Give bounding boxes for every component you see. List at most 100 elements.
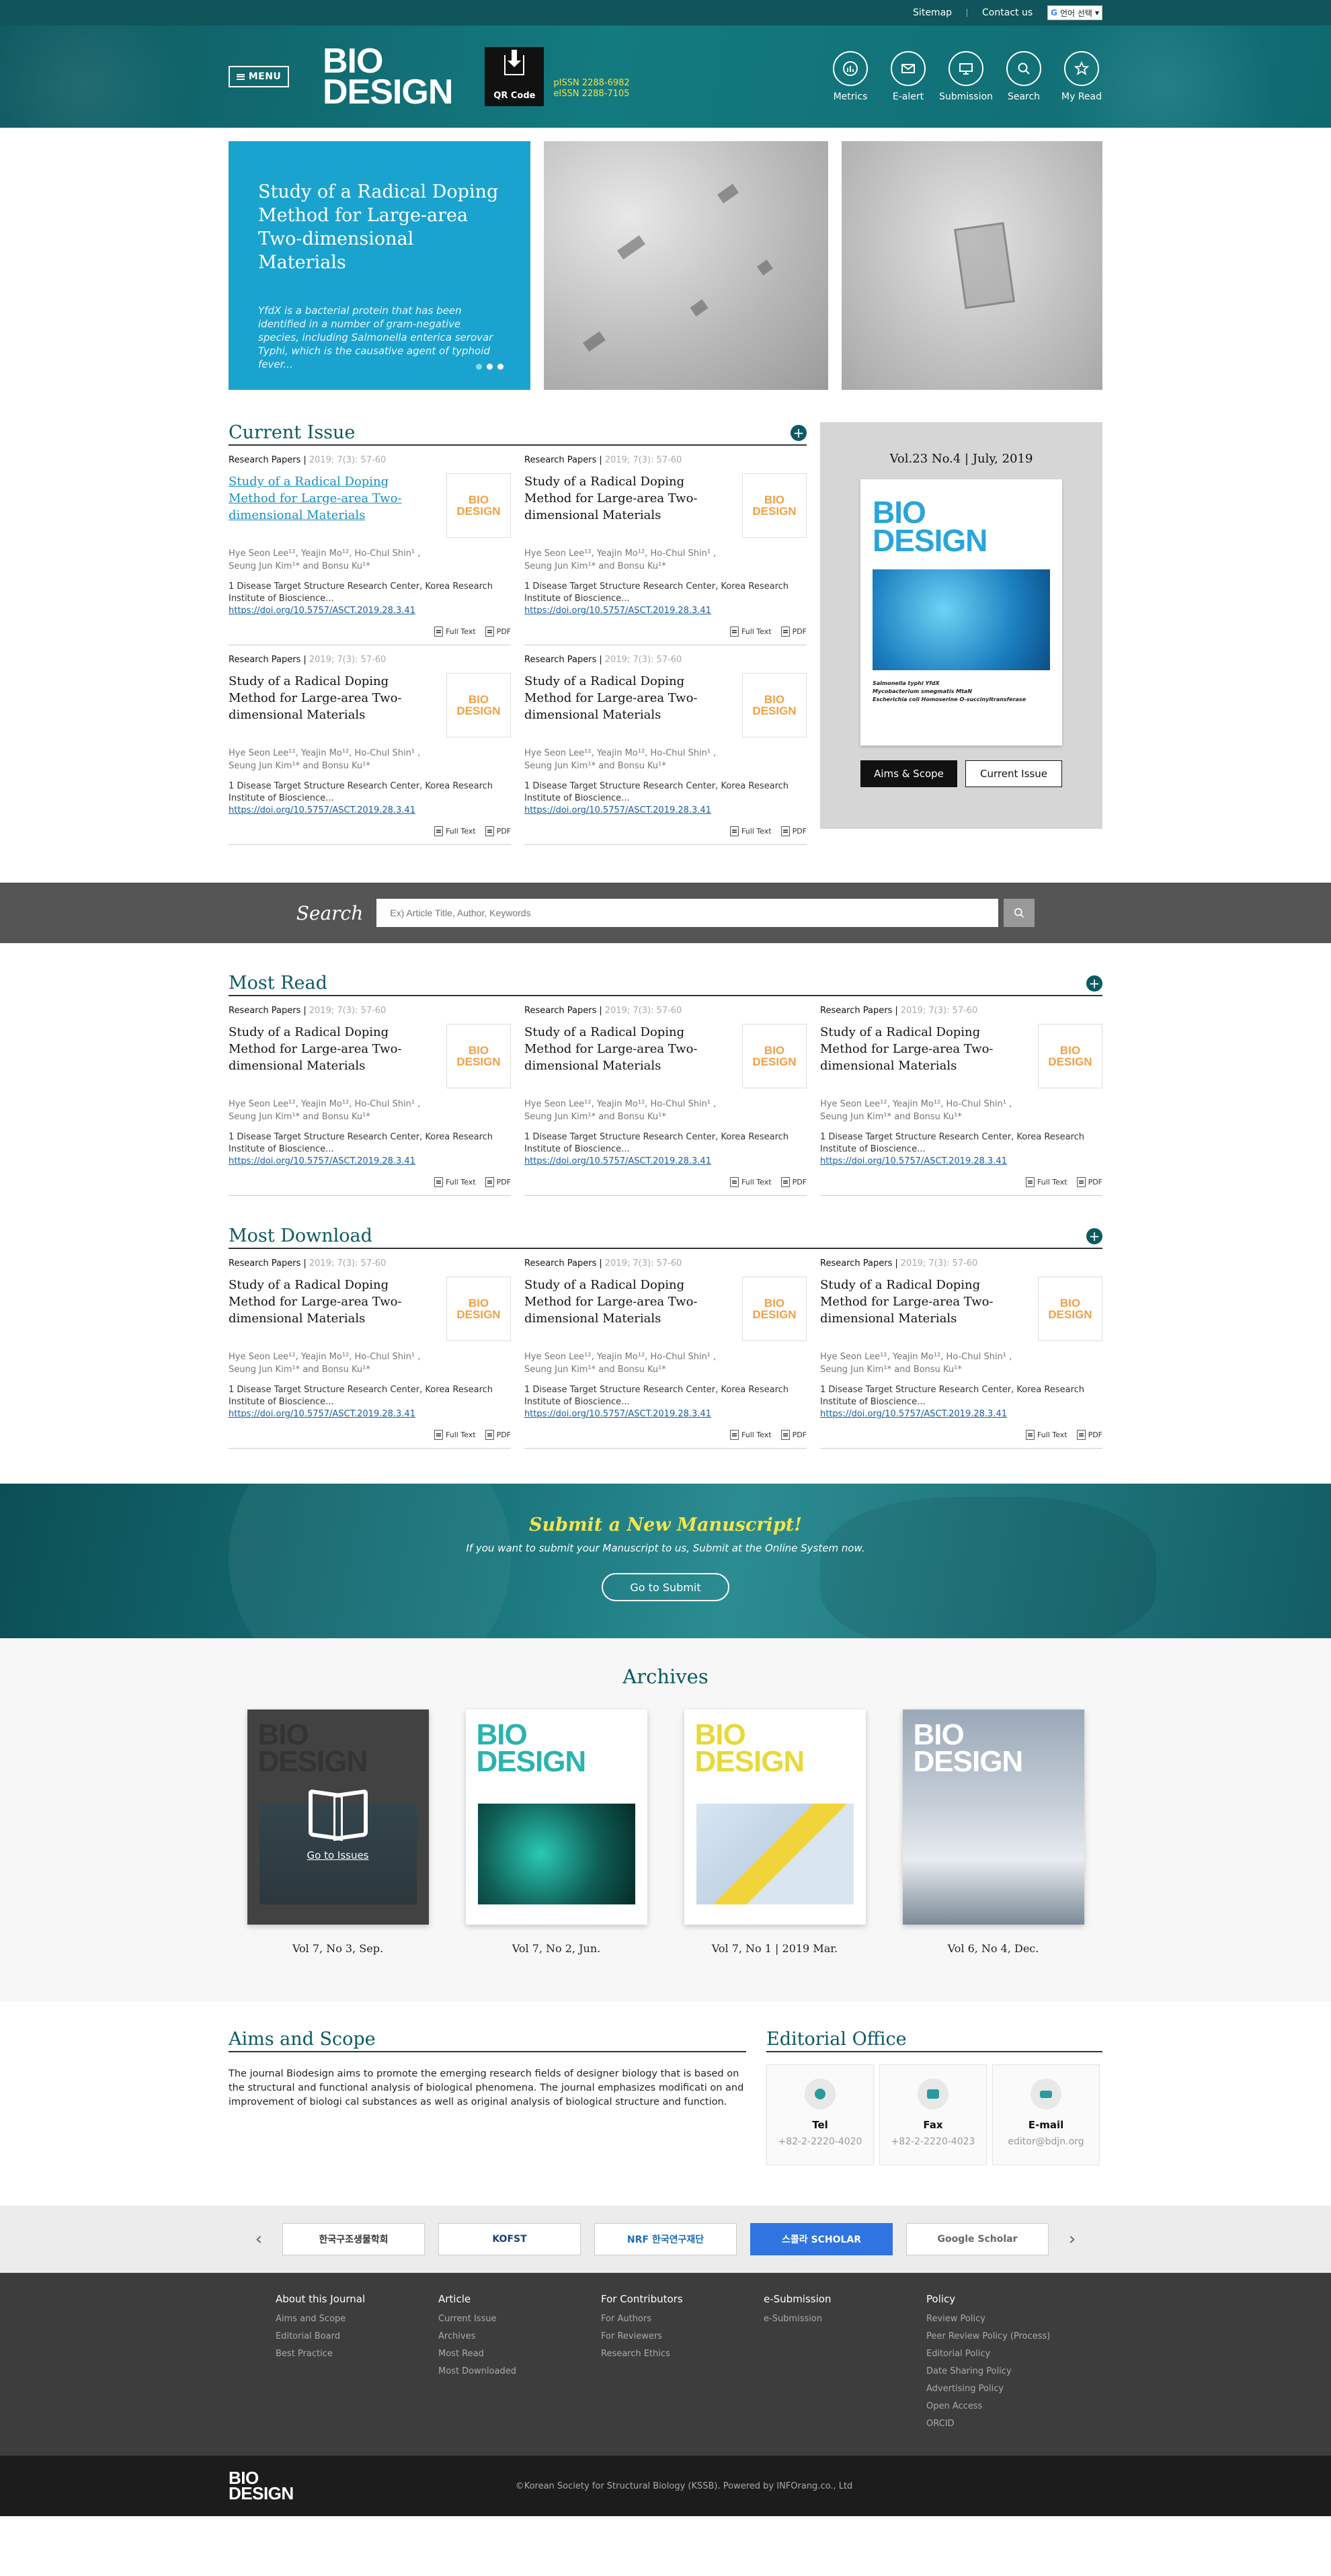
- footer-link[interactable]: Date Sharing Policy: [926, 2363, 1089, 2380]
- footer-link[interactable]: Aims and Scope: [276, 2310, 438, 2328]
- article-doi-link[interactable]: https://doi.org/10.5757/ASCT.2019.28.3.4…: [524, 1409, 711, 1419]
- pdf-button[interactable]: PDF: [1076, 1430, 1102, 1440]
- archive-item[interactable]: BIO DESIGN Vol 7, No 2, Jun.: [465, 1709, 647, 1955]
- article-thumbnail[interactable]: BIO DESIGN: [1038, 1024, 1102, 1088]
- go-to-submit-button[interactable]: Go to Submit: [602, 1573, 729, 1601]
- more-plus-icon[interactable]: +: [1086, 1227, 1102, 1244]
- partner-logo[interactable]: 한국구조생물학회: [282, 2223, 425, 2255]
- pdf-button[interactable]: PDF: [780, 826, 807, 836]
- article-title[interactable]: Study of a Radical Doping Method for Lar…: [229, 1024, 424, 1088]
- footer-link[interactable]: Best Practice: [276, 2345, 438, 2363]
- current-issue-button[interactable]: Current Issue: [965, 760, 1062, 787]
- pdf-button[interactable]: PDF: [780, 1177, 807, 1187]
- metrics-button[interactable]: Metrics: [830, 51, 871, 102]
- footer-link[interactable]: Editorial Policy: [926, 2345, 1089, 2363]
- archive-item[interactable]: BIO DESIGN Vol 6, No 4, Dec.: [902, 1709, 1084, 1955]
- full-text-button[interactable]: Full Text: [434, 1177, 476, 1187]
- article-doi-link[interactable]: https://doi.org/10.5757/ASCT.2019.28.3.4…: [229, 606, 415, 616]
- article-title[interactable]: Study of a Radical Doping Method for Lar…: [820, 1277, 1015, 1341]
- full-text-button[interactable]: Full Text: [434, 627, 476, 637]
- pdf-button[interactable]: PDF: [485, 627, 511, 637]
- full-text-button[interactable]: Full Text: [730, 826, 772, 836]
- e-alert-button[interactable]: E-alert: [887, 51, 929, 102]
- full-text-button[interactable]: Full Text: [434, 826, 476, 836]
- hero-slide-text[interactable]: Study of a Radical Doping Method for Lar…: [229, 141, 530, 390]
- article-doi-link[interactable]: https://doi.org/10.5757/ASCT.2019.28.3.4…: [820, 1156, 1007, 1166]
- slider-dot[interactable]: [486, 364, 493, 370]
- footer-link[interactable]: Advertising Policy: [926, 2380, 1089, 2398]
- footer-link[interactable]: For Reviewers: [601, 2328, 764, 2345]
- article-thumbnail[interactable]: BIO DESIGN: [446, 673, 511, 737]
- full-text-button[interactable]: Full Text: [434, 1430, 476, 1440]
- article-doi-link[interactable]: https://doi.org/10.5757/ASCT.2019.28.3.4…: [820, 1409, 1007, 1419]
- article-thumbnail[interactable]: BIO DESIGN: [742, 1277, 807, 1341]
- article-thumbnail[interactable]: BIO DESIGN: [742, 1024, 807, 1088]
- article-doi-link[interactable]: https://doi.org/10.5757/ASCT.2019.28.3.4…: [229, 1409, 415, 1419]
- pdf-button[interactable]: PDF: [1076, 1177, 1102, 1187]
- chevron-right-icon[interactable]: ›: [1062, 2229, 1082, 2249]
- article-doi-link[interactable]: https://doi.org/10.5757/ASCT.2019.28.3.4…: [524, 805, 711, 815]
- my-read-button[interactable]: My Read: [1061, 51, 1102, 102]
- article-title[interactable]: Study of a Radical Doping Method for Lar…: [229, 1277, 424, 1341]
- partner-logo[interactable]: KOFST: [438, 2223, 581, 2255]
- article-doi-link[interactable]: https://doi.org/10.5757/ASCT.2019.28.3.4…: [524, 1156, 711, 1166]
- menu-button[interactable]: MENU: [229, 66, 289, 87]
- pdf-button[interactable]: PDF: [780, 627, 807, 637]
- language-select[interactable]: G 언어 선택 ▾: [1047, 5, 1102, 20]
- slider-dot[interactable]: [475, 364, 482, 370]
- aims-scope-button[interactable]: Aims & Scope: [860, 760, 957, 787]
- footer-link[interactable]: Review Policy: [926, 2310, 1089, 2328]
- search-button[interactable]: Search: [1003, 51, 1045, 102]
- archive-item[interactable]: BIODESIGN Go to Issues Vol 7, No 3, Sep.: [247, 1709, 429, 1955]
- article-title[interactable]: Study of a Radical Doping Method for Lar…: [524, 1024, 719, 1088]
- full-text-button[interactable]: Full Text: [730, 1430, 772, 1440]
- partner-logo[interactable]: Google Scholar: [906, 2223, 1049, 2255]
- article-title[interactable]: Study of a Radical Doping Method for Lar…: [229, 673, 424, 737]
- more-plus-icon[interactable]: +: [1086, 975, 1102, 992]
- pdf-button[interactable]: PDF: [485, 826, 511, 836]
- article-thumbnail[interactable]: BIO DESIGN: [1038, 1277, 1102, 1341]
- article-doi-link[interactable]: https://doi.org/10.5757/ASCT.2019.28.3.4…: [524, 606, 711, 616]
- contact-value[interactable]: editor@bdjn.org: [993, 2136, 1099, 2147]
- chevron-left-icon[interactable]: ‹: [249, 2229, 269, 2249]
- footer-link[interactable]: Most Read: [438, 2345, 601, 2363]
- footer-link[interactable]: ORCID: [926, 2415, 1089, 2433]
- go-to-issues-overlay[interactable]: Go to Issues: [247, 1709, 429, 1925]
- footer-link[interactable]: Current Issue: [438, 2310, 601, 2328]
- slider-dot[interactable]: [497, 364, 503, 370]
- sitemap-link[interactable]: Sitemap: [913, 7, 952, 18]
- more-plus-icon[interactable]: +: [791, 424, 807, 441]
- article-title[interactable]: Study of a Radical Doping Method for Lar…: [524, 1277, 719, 1341]
- footer-link[interactable]: Most Downloaded: [438, 2363, 601, 2380]
- full-text-button[interactable]: Full Text: [730, 627, 772, 637]
- partner-logo[interactable]: NRF 한국연구재단: [594, 2223, 737, 2255]
- submission-button[interactable]: Submission: [939, 51, 993, 102]
- pdf-button[interactable]: PDF: [485, 1177, 511, 1187]
- pdf-button[interactable]: PDF: [780, 1430, 807, 1440]
- article-doi-link[interactable]: https://doi.org/10.5757/ASCT.2019.28.3.4…: [229, 1156, 415, 1166]
- qr-code-button[interactable]: QR Code: [485, 47, 544, 106]
- search-submit-button[interactable]: [1004, 899, 1035, 927]
- article-title[interactable]: Study of a Radical Doping Method for Lar…: [524, 473, 719, 538]
- full-text-button[interactable]: Full Text: [730, 1177, 772, 1187]
- article-title[interactable]: Study of a Radical Doping Method for Lar…: [820, 1024, 1015, 1088]
- article-thumbnail[interactable]: BIO DESIGN: [742, 473, 807, 538]
- footer-logo[interactable]: BIO DESIGN: [229, 2469, 294, 2502]
- footer-link[interactable]: Peer Review Policy (Process): [926, 2328, 1089, 2345]
- full-text-button[interactable]: Full Text: [1026, 1430, 1067, 1440]
- footer-link[interactable]: Editorial Board: [276, 2328, 438, 2345]
- footer-link[interactable]: Research Ethics: [601, 2345, 764, 2363]
- current-cover-image[interactable]: BIO DESIGN Salmonella typhi YfdX Mycobact…: [860, 479, 1062, 746]
- article-thumbnail[interactable]: BIO DESIGN: [742, 673, 807, 737]
- search-input[interactable]: [376, 899, 999, 927]
- article-thumbnail[interactable]: BIO DESIGN: [446, 1024, 511, 1088]
- article-thumbnail[interactable]: BIO DESIGN: [446, 473, 511, 538]
- archive-item[interactable]: BIO DESIGN Vol 7, No 1 | 2019 Mar.: [684, 1709, 866, 1955]
- footer-link[interactable]: For Authors: [601, 2310, 764, 2328]
- article-title[interactable]: Study of a Radical Doping Method for Lar…: [524, 673, 719, 737]
- pdf-button[interactable]: PDF: [485, 1430, 511, 1440]
- article-doi-link[interactable]: https://doi.org/10.5757/ASCT.2019.28.3.4…: [229, 805, 415, 815]
- footer-link[interactable]: Archives: [438, 2328, 601, 2345]
- footer-link[interactable]: e-Submission: [764, 2310, 926, 2328]
- full-text-button[interactable]: Full Text: [1026, 1177, 1067, 1187]
